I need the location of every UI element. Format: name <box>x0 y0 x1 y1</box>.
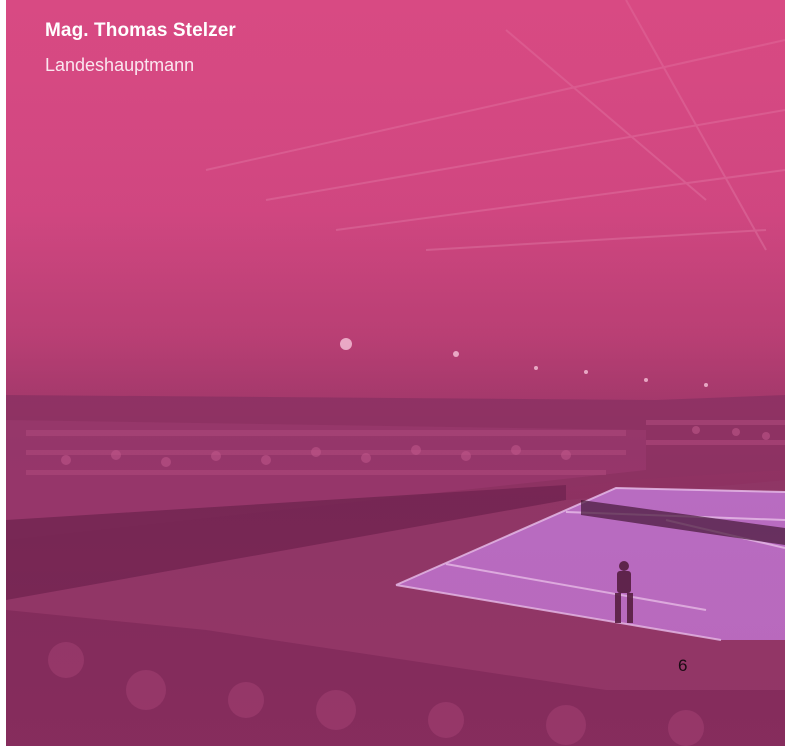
tennis-arena-photo <box>6 0 785 746</box>
person-role: Landeshauptmann <box>45 55 195 75</box>
pink-overlay <box>6 0 785 746</box>
person-name: Mag. Thomas Stelzer <box>45 20 236 41</box>
page-number: 6 <box>678 656 688 675</box>
brochure-page: Mag. Thomas Stelzer Landeshauptmann 6 <box>0 0 785 746</box>
